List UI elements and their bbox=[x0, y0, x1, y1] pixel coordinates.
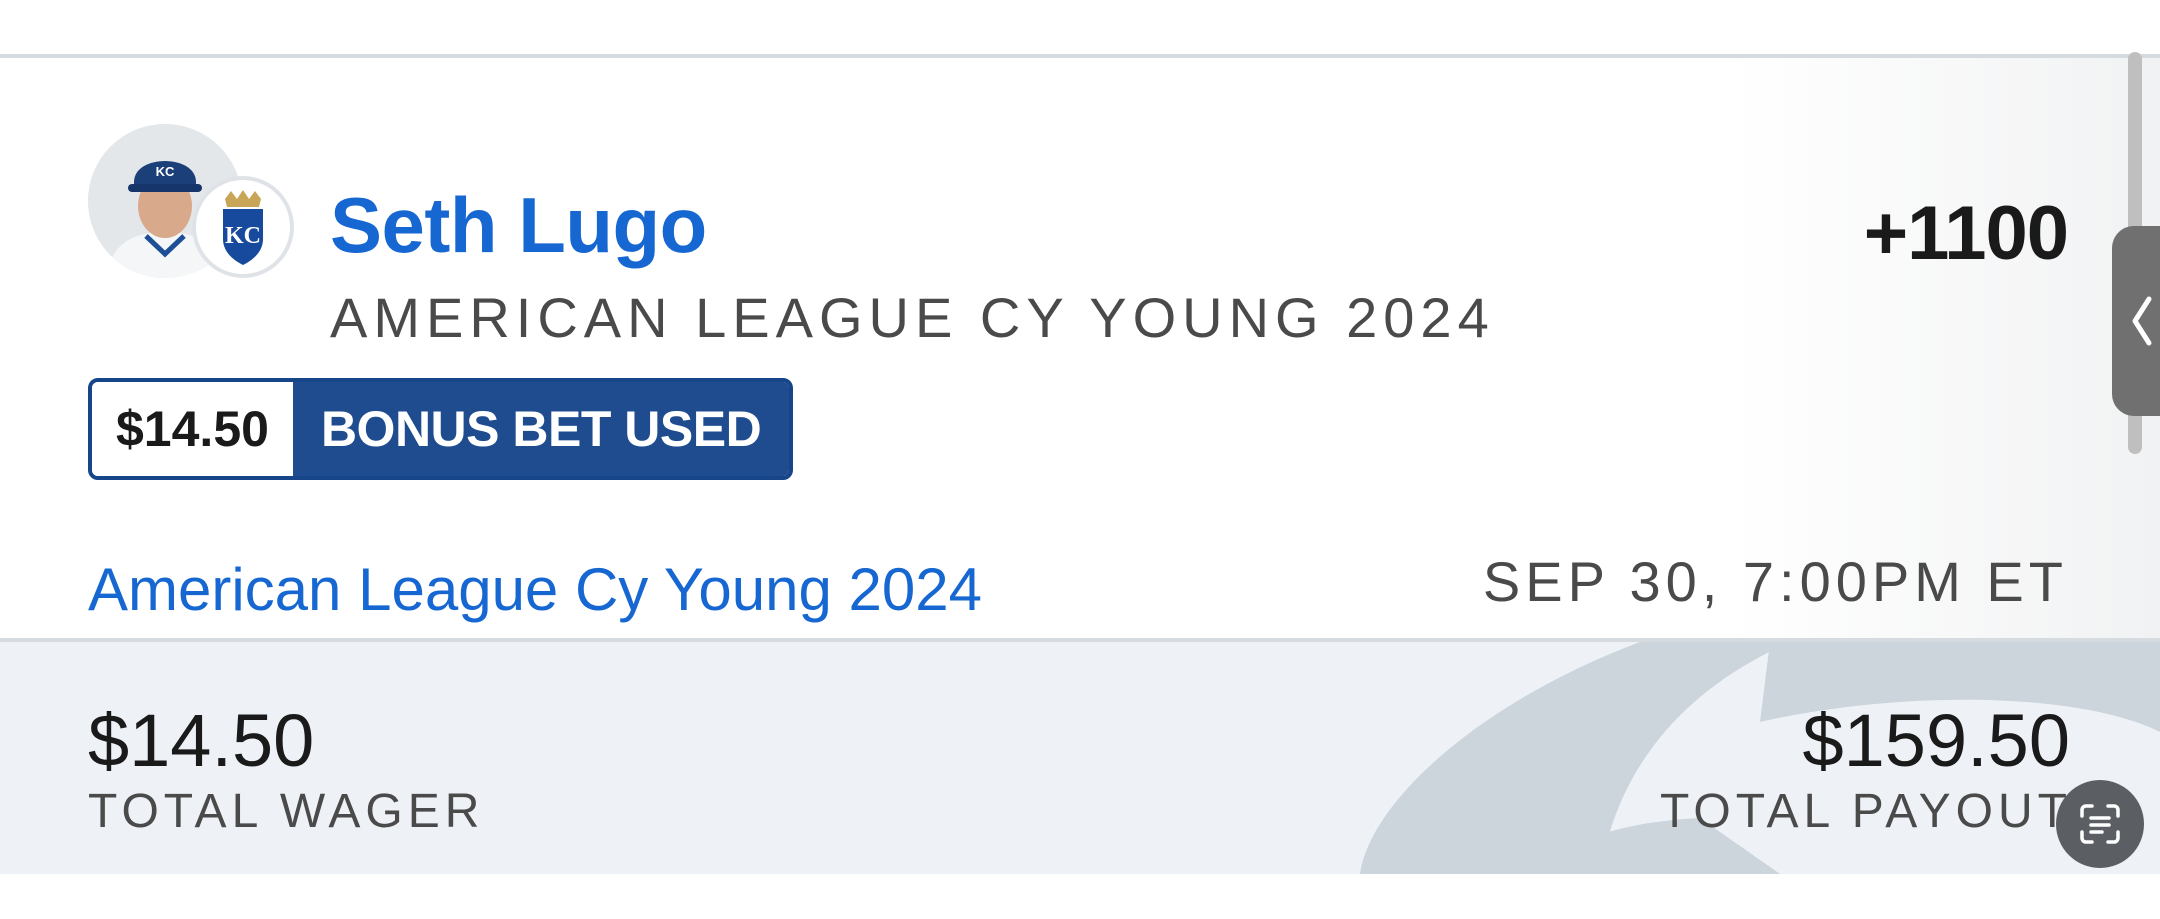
bet-card[interactable]: KC KC Seth Lugo AMERICAN LEAGUE CY YOUNG… bbox=[0, 58, 2160, 642]
side-panel-handle[interactable] bbox=[2112, 226, 2160, 416]
bottom-strip bbox=[0, 874, 2160, 919]
bet-slip-screen: KC KC Seth Lugo AMERICAN LEAGUE CY YOUNG… bbox=[0, 0, 2160, 919]
totals-footer: $14.50 TOTAL WAGER $159.50 TOTAL PAYOUT bbox=[0, 642, 2160, 874]
bonus-label: BONUS BET USED bbox=[292, 382, 790, 476]
text-scan-icon bbox=[2080, 804, 2120, 844]
total-wager-value: $14.50 bbox=[88, 699, 315, 782]
odds-value: +1100 bbox=[1863, 191, 2069, 276]
event-link[interactable]: American League Cy Young 2024 bbox=[88, 560, 982, 620]
player-name[interactable]: Seth Lugo bbox=[330, 186, 707, 264]
total-payout-value: $159.50 bbox=[1802, 699, 2071, 782]
team-logo: KC bbox=[192, 176, 294, 278]
bonus-bet-badge: $14.50 BONUS BET USED bbox=[88, 378, 794, 480]
bonus-amount: $14.50 bbox=[92, 382, 293, 476]
team-logo-text: KC bbox=[225, 223, 261, 249]
svg-text:KC: KC bbox=[156, 164, 175, 179]
chevron-left-icon bbox=[2132, 296, 2152, 346]
top-strip bbox=[0, 0, 2160, 58]
event-time: SEP 30, 7:00PM ET bbox=[1482, 550, 2068, 613]
text-scan-button[interactable] bbox=[2056, 780, 2144, 868]
avatar-group: KC KC bbox=[88, 124, 302, 284]
total-payout-label: TOTAL PAYOUT bbox=[1659, 785, 2072, 838]
kansas-city-royals-logo-icon: KC bbox=[223, 190, 263, 265]
market-subtitle: AMERICAN LEAGUE CY YOUNG 2024 bbox=[330, 286, 1495, 349]
total-wager-label: TOTAL WAGER bbox=[88, 785, 485, 838]
